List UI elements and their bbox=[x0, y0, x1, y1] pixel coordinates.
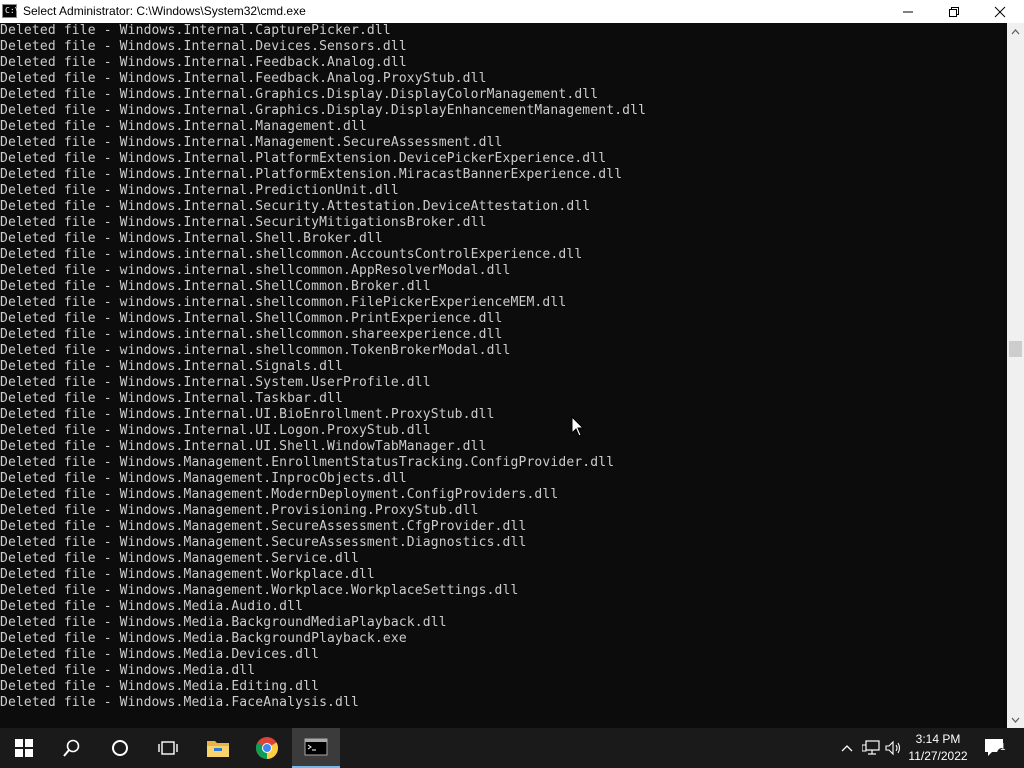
maximize-button[interactable] bbox=[931, 0, 977, 23]
console-line: Deleted file - Windows.Internal.Signals.… bbox=[0, 359, 343, 374]
console-line: Deleted file - Windows.Internal.ShellCom… bbox=[0, 279, 431, 294]
task-view-icon bbox=[158, 741, 178, 755]
scroll-up-button[interactable] bbox=[1007, 23, 1024, 40]
network-icon bbox=[862, 740, 880, 755]
search-button[interactable] bbox=[48, 728, 96, 768]
console-line: Deleted file - Windows.Management.Secure… bbox=[0, 519, 527, 534]
console-line: Deleted file - Windows.Management.Workpl… bbox=[0, 567, 375, 582]
console-line: Deleted file - windows.internal.shellcom… bbox=[0, 343, 511, 358]
start-icon bbox=[15, 739, 33, 757]
cmd-app-icon[interactable]: C:\ bbox=[2, 4, 19, 18]
console-line: Deleted file - Windows.Internal.Graphics… bbox=[0, 87, 599, 102]
clock-time: 3:14 PM bbox=[915, 732, 961, 746]
console-line: Deleted file - Windows.Internal.UI.Logon… bbox=[0, 423, 431, 438]
console-line: Deleted file - Windows.Management.Inproc… bbox=[0, 471, 407, 486]
taskbar: 3:14 PM 11/27/2022 1 bbox=[0, 728, 1024, 768]
show-hidden-icons-button[interactable] bbox=[838, 728, 856, 768]
console-line: Deleted file - Windows.Management.Servic… bbox=[0, 551, 359, 566]
volume-button[interactable] bbox=[884, 728, 904, 768]
console-line: Deleted file - Windows.Internal.Devices.… bbox=[0, 39, 407, 54]
console-lines: Deleted file - Windows.Internal.CaptureP… bbox=[0, 23, 1007, 711]
console-line: Deleted file - Windows.Internal.ShellCom… bbox=[0, 311, 503, 326]
window-title: Select Administrator: C:\Windows\System3… bbox=[23, 4, 306, 18]
command-prompt-taskbar-button[interactable] bbox=[292, 728, 340, 768]
scroll-down-button[interactable] bbox=[1007, 711, 1024, 728]
cortana-icon bbox=[112, 740, 128, 756]
notification-count: 1 bbox=[1000, 742, 1006, 753]
title-bar[interactable]: C:\ Select Administrator: C:\Windows\Sys… bbox=[0, 0, 1024, 23]
command-prompt-icon bbox=[304, 738, 328, 756]
start-button[interactable] bbox=[0, 728, 48, 768]
console-line: Deleted file - Windows.Internal.Feedback… bbox=[0, 55, 407, 70]
close-icon bbox=[994, 6, 1006, 17]
vertical-scrollbar[interactable] bbox=[1007, 23, 1024, 728]
console-line: Deleted file - Windows.Internal.Predicti… bbox=[0, 183, 399, 198]
chevron-up-icon bbox=[841, 745, 853, 752]
mouse-cursor-icon bbox=[571, 416, 585, 437]
chrome-button[interactable] bbox=[243, 728, 291, 768]
scroll-up-arrow-icon bbox=[1011, 28, 1020, 34]
cortana-button[interactable] bbox=[96, 728, 144, 768]
console-line: Deleted file - Windows.Internal.Taskbar.… bbox=[0, 391, 343, 406]
console-line: Deleted file - windows.internal.shellcom… bbox=[0, 327, 503, 342]
console-line: Deleted file - Windows.Management.Provis… bbox=[0, 503, 479, 518]
console-line: Deleted file - Windows.Media.Audio.dll bbox=[0, 599, 304, 614]
console-line: Deleted file - Windows.Internal.Platform… bbox=[0, 151, 607, 166]
scroll-thumb[interactable] bbox=[1009, 341, 1022, 357]
console-line: Deleted file - windows.internal.shellcom… bbox=[0, 295, 567, 310]
console-line: Deleted file - Windows.Management.Modern… bbox=[0, 487, 559, 502]
console-line: Deleted file - Windows.Media.BackgroundP… bbox=[0, 631, 407, 646]
console-line: Deleted file - windows.internal.shellcom… bbox=[0, 263, 511, 278]
console-line: Deleted file - Windows.Internal.Platform… bbox=[0, 167, 623, 182]
network-button[interactable] bbox=[860, 728, 882, 768]
console-line: Deleted file - Windows.Management.Enroll… bbox=[0, 455, 615, 470]
console-line: Deleted file - Windows.Media.Editing.dll bbox=[0, 679, 320, 694]
console-line: Deleted file - Windows.Internal.Graphics… bbox=[0, 103, 647, 118]
minimize-icon bbox=[903, 11, 913, 12]
console-line: Deleted file - Windows.Internal.Shell.Br… bbox=[0, 231, 383, 246]
file-explorer-icon bbox=[207, 741, 229, 757]
console-line: Deleted file - Windows.Media.BackgroundM… bbox=[0, 615, 447, 630]
action-center-button[interactable]: 1 bbox=[978, 728, 1012, 768]
console-line: Deleted file - Windows.Internal.System.U… bbox=[0, 375, 431, 390]
taskbar-clock[interactable]: 3:14 PM 11/27/2022 bbox=[906, 731, 970, 765]
console-line: Deleted file - Windows.Media.dll bbox=[0, 663, 256, 678]
console-line: Deleted file - Windows.Internal.Manageme… bbox=[0, 119, 367, 134]
console-line: Deleted file - windows.internal.shellcom… bbox=[0, 247, 583, 262]
file-explorer-button[interactable] bbox=[194, 728, 242, 768]
close-button[interactable] bbox=[977, 0, 1023, 23]
task-view-button[interactable] bbox=[144, 728, 192, 768]
chrome-icon bbox=[256, 737, 278, 759]
console-line: Deleted file - Windows.Internal.UI.Shell… bbox=[0, 439, 487, 454]
console-line: Deleted file - Windows.Internal.Feedback… bbox=[0, 71, 487, 86]
console-line: Deleted file - Windows.Management.Secure… bbox=[0, 535, 527, 550]
console-line: Deleted file - Windows.Internal.Security… bbox=[0, 215, 487, 230]
console-line: Deleted file - Windows.Management.Workpl… bbox=[0, 583, 519, 598]
minimize-button[interactable] bbox=[885, 0, 931, 23]
console-line: Deleted file - Windows.Internal.UI.BioEn… bbox=[0, 407, 495, 422]
console-line: Deleted file - Windows.Internal.CaptureP… bbox=[0, 23, 391, 38]
console-output[interactable]: Deleted file - Windows.Internal.CaptureP… bbox=[0, 23, 1007, 728]
console-line: Deleted file - Windows.Media.Devices.dll bbox=[0, 647, 320, 662]
clock-date: 11/27/2022 bbox=[908, 749, 968, 763]
restore-icon bbox=[949, 6, 959, 17]
search-icon bbox=[63, 739, 80, 757]
scroll-down-arrow-icon bbox=[1011, 717, 1020, 723]
console-line: Deleted file - Windows.Internal.Manageme… bbox=[0, 135, 503, 150]
console-line: Deleted file - Windows.Media.FaceAnalysi… bbox=[0, 695, 359, 710]
volume-icon bbox=[885, 740, 901, 756]
console-line: Deleted file - Windows.Internal.Security… bbox=[0, 199, 591, 214]
